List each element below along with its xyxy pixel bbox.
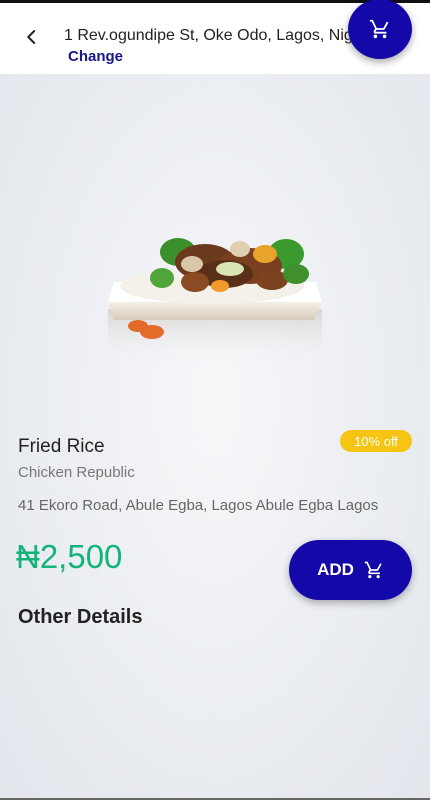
back-button[interactable] [20, 25, 44, 49]
top-bar: 1 Rev.ogundipe St, Oke Odo, Lagos, Niger… [0, 0, 430, 74]
food-title: Fried Rice [18, 436, 105, 457]
delivery-address: 1 Rev.ogundipe St, Oke Odo, Lagos, Niger… [64, 27, 364, 44]
shopping-cart-icon [369, 19, 389, 39]
discount-badge: 10% off [340, 430, 412, 452]
vendor-name: Chicken Republic [18, 464, 135, 481]
food-image [100, 154, 330, 359]
add-to-cart-button[interactable]: ADD [289, 540, 412, 600]
other-details-heading: Other Details [18, 606, 143, 628]
product-detail: Fried Rice 10% off Chicken Republic 41 E… [0, 74, 430, 800]
chevron-left-icon [27, 30, 36, 44]
change-address-link[interactable]: Change [68, 48, 123, 65]
price: ₦2,500 [16, 538, 123, 575]
add-button-label: ADD [317, 560, 354, 579]
shopping-cart-icon [364, 561, 382, 579]
vendor-address: 41 Ekoro Road, Abule Egba, Lagos Abule E… [18, 497, 379, 514]
cart-button[interactable] [348, 0, 412, 59]
